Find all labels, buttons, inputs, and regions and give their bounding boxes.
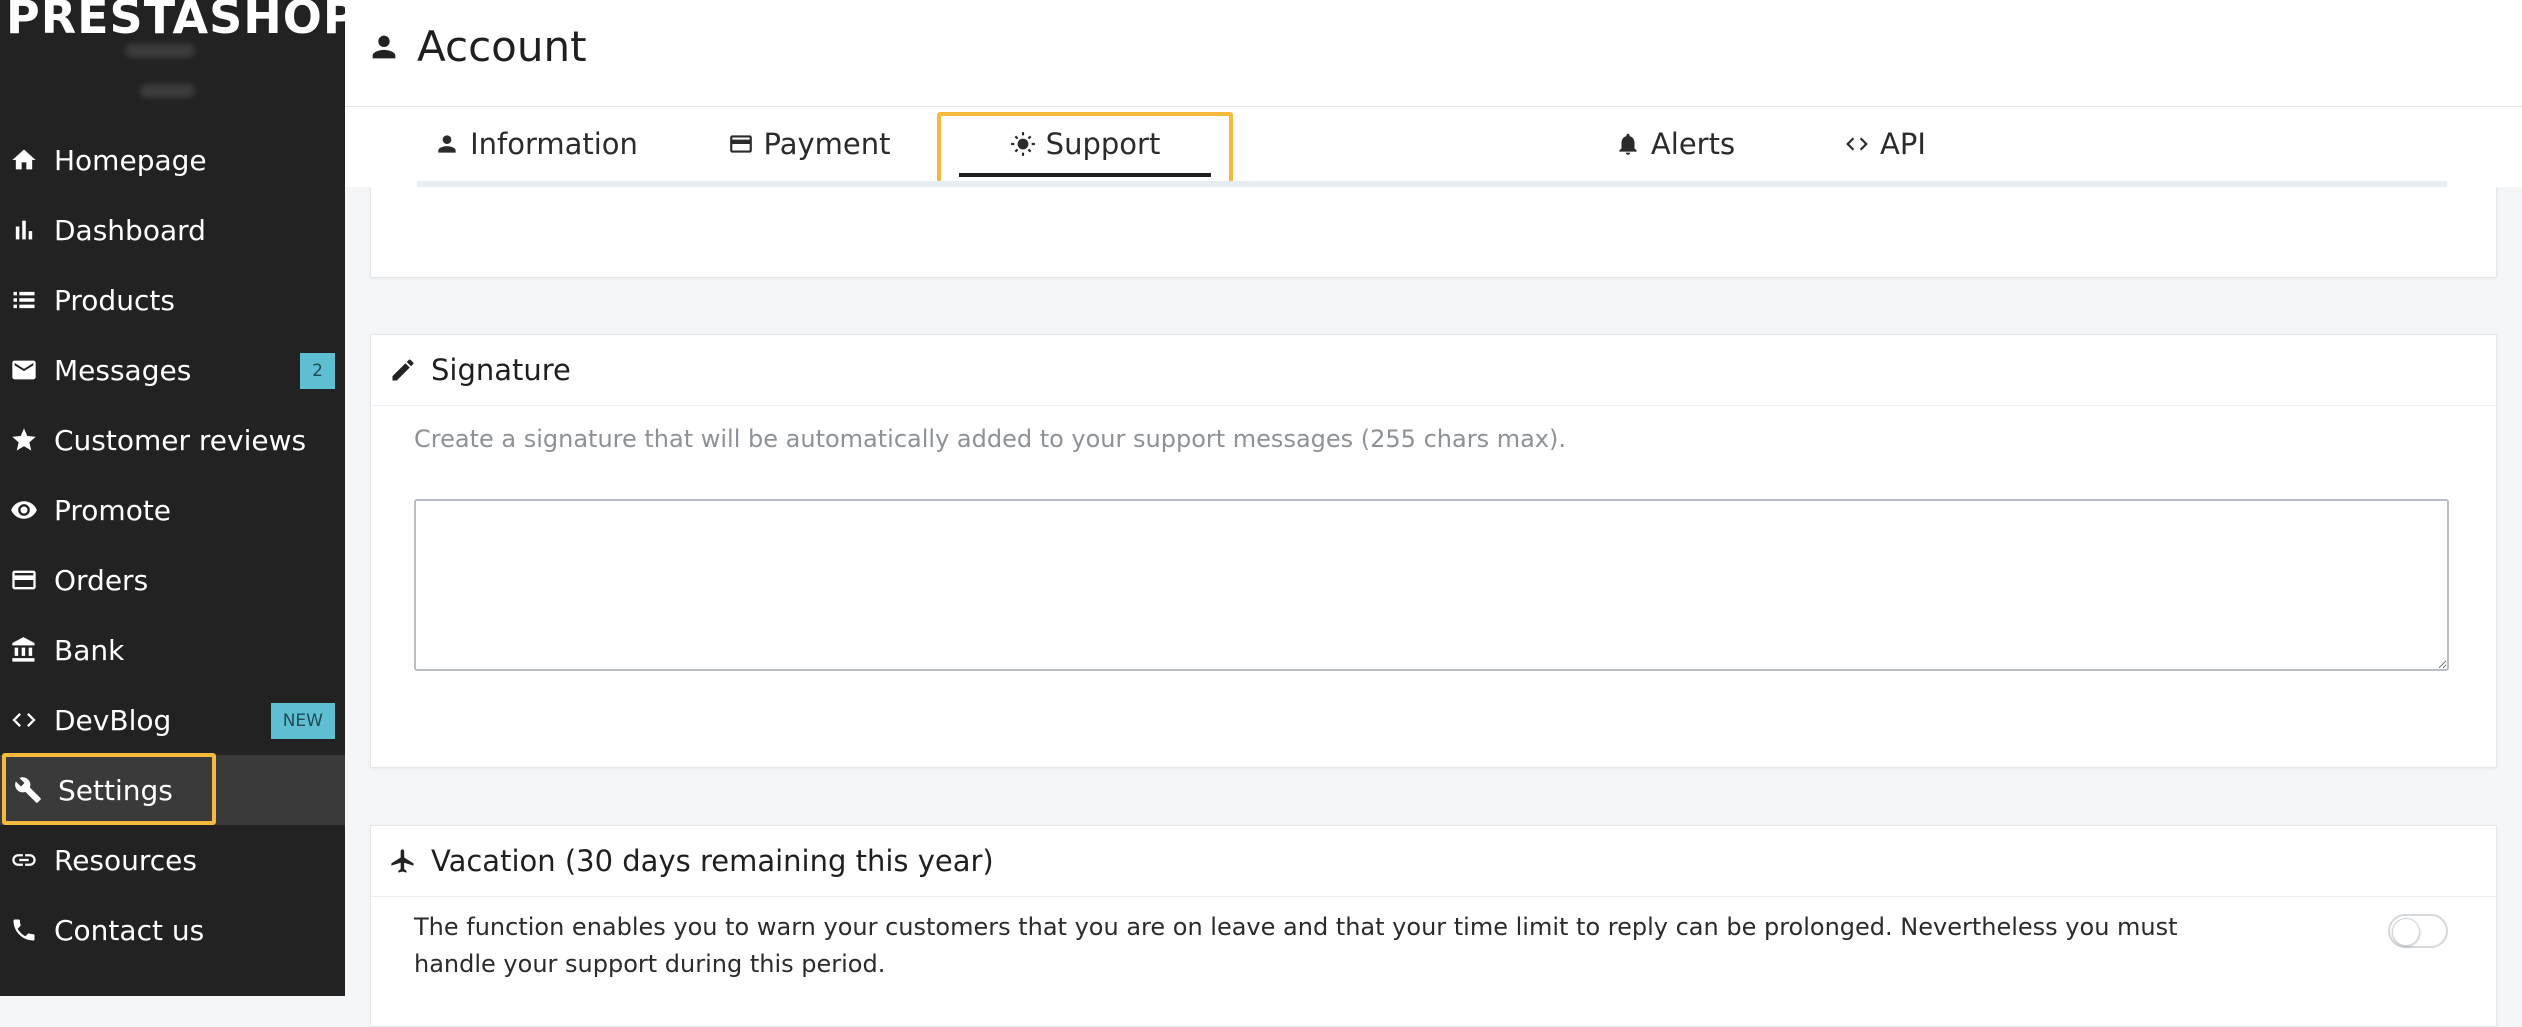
sidebar-item-label: Messages [54, 353, 192, 387]
pencil-icon [392, 359, 414, 381]
tab-alerts[interactable]: Alerts [1575, 107, 1775, 181]
eye-icon [8, 494, 40, 526]
sidebar-item-customer-reviews[interactable]: Customer reviews [0, 405, 345, 475]
tab-information[interactable]: Information [417, 107, 655, 181]
airplane-icon [391, 849, 414, 873]
main-content: Account Information Payment Support Aler… [345, 0, 2522, 1027]
list-icon [8, 284, 40, 316]
new-badge: NEW [270, 703, 335, 739]
sidebar-item-label: DevBlog [54, 703, 172, 737]
credit-card-icon [729, 135, 752, 153]
phone-icon [8, 914, 40, 946]
sidebar-item-dashboard[interactable]: Dashboard [0, 195, 345, 265]
home-icon [8, 144, 40, 176]
sidebar-item-contact-us[interactable]: Contact us [0, 895, 345, 965]
tab-label: API [1880, 127, 1926, 161]
tab-payment[interactable]: Payment [690, 107, 928, 181]
bell-icon [1619, 133, 1637, 155]
sidebar-item-settings[interactable]: Settings [0, 753, 345, 825]
sidebar-item-label: Contact us [54, 913, 205, 947]
highlight-box [2, 753, 216, 825]
user-icon [372, 35, 396, 59]
user-icon [438, 135, 456, 153]
vacation-header: Vacation (30 days remaining this year) [371, 826, 2496, 897]
code-icon [1846, 137, 1868, 151]
tab-label: Alerts [1650, 127, 1736, 161]
code-icon [8, 704, 40, 736]
sidebar-item-label: Resources [54, 843, 197, 877]
sidebar-item-products[interactable]: Products [0, 265, 345, 335]
credit-card-icon [8, 564, 40, 596]
star-icon [8, 424, 40, 456]
sidebar-item-devblog[interactable]: DevBlog NEW [0, 685, 345, 755]
sidebar-item-resources[interactable]: Resources [0, 825, 345, 895]
vacation-card: Vacation (30 days remaining this year) T… [370, 825, 2497, 1027]
sidebar-item-homepage[interactable]: Homepage [0, 125, 345, 195]
vacation-description: The function enables you to warn your cu… [414, 913, 2178, 978]
sidebar-item-orders[interactable]: Orders [0, 545, 345, 615]
toggle-knob [2392, 918, 2420, 946]
tab-label: Payment [763, 127, 891, 161]
sidebar: PRESTASHOP Homepage Dashboard Products M… [0, 0, 357, 996]
tab-label: Information [470, 127, 638, 161]
prestashop-logo[interactable]: PRESTASHOP [6, 0, 358, 44]
signature-title: Signature [431, 353, 571, 387]
sidebar-item-label: Customer reviews [54, 423, 307, 457]
tab-api[interactable]: API [1785, 107, 1985, 181]
signature-textarea[interactable] [414, 499, 2449, 671]
sidebar-item-label: Bank [54, 633, 125, 667]
tab-support[interactable]: Support [937, 107, 1233, 200]
sidebar-item-label: Orders [54, 563, 149, 597]
page-header: Account [345, 0, 2522, 107]
account-tabs: Information Payment Support Alerts API [345, 107, 2522, 200]
sidebar-item-label: Dashboard [54, 213, 206, 247]
vacation-toggle[interactable] [2388, 914, 2448, 948]
support-top-card [370, 187, 2497, 278]
sidebar-item-promote[interactable]: Promote [0, 475, 345, 545]
link-icon [8, 844, 40, 876]
sidebar-nav: Homepage Dashboard Products Messages 2 C… [0, 125, 345, 965]
sidebar-item-label: Products [54, 283, 175, 317]
sidebar-item-label: Homepage [54, 143, 207, 177]
sidebar-item-label: Promote [54, 493, 172, 527]
signature-header: Signature [371, 335, 2496, 406]
active-tab-indicator [959, 173, 1211, 177]
signature-help-text: Create a signature that will be automati… [414, 425, 1566, 453]
bank-icon [8, 634, 40, 666]
blurred-shop-name [125, 44, 195, 58]
signature-card: Signature Create a signature that will b… [370, 334, 2497, 768]
sidebar-item-bank[interactable]: Bank [0, 615, 345, 685]
bar-chart-icon [8, 214, 40, 246]
vacation-title: Vacation (30 days remaining this year) [431, 844, 994, 878]
messages-count-badge: 2 [300, 353, 335, 389]
mail-icon [8, 354, 40, 386]
page-title: Account [417, 22, 587, 71]
sidebar-item-messages[interactable]: Messages 2 [0, 335, 345, 405]
blurred-shop-id [140, 84, 195, 98]
